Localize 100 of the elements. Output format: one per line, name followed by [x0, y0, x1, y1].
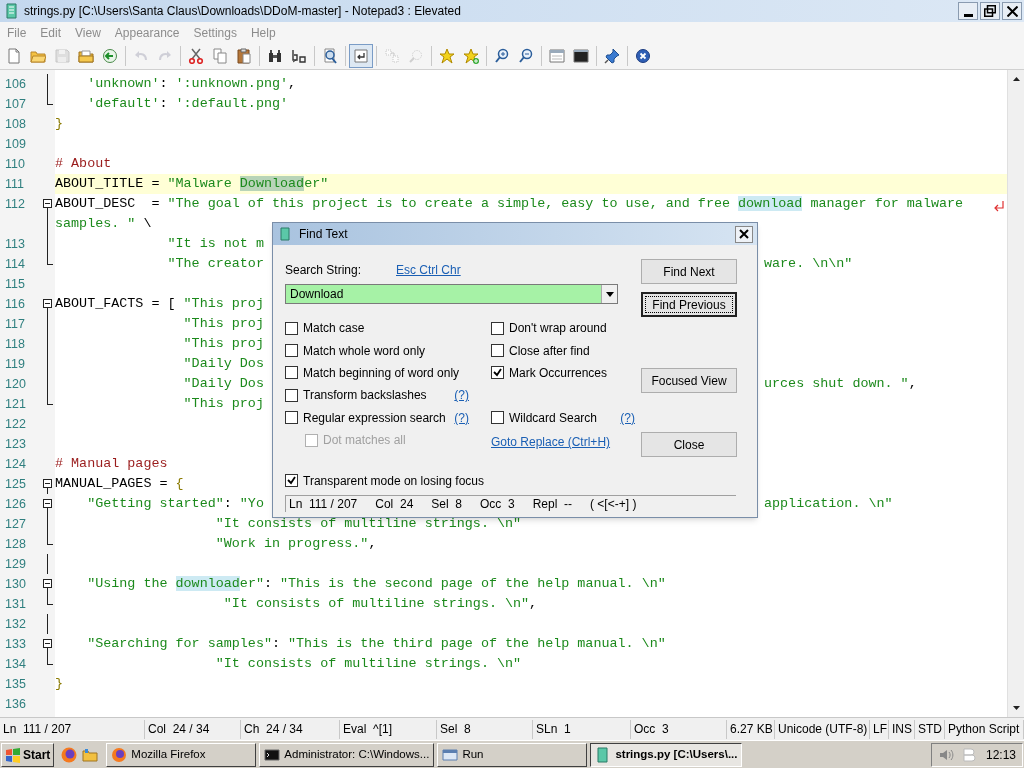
menu-item[interactable]: File: [0, 23, 34, 42]
checkbox-label: Regular expression search: [303, 409, 446, 427]
minimize-icon: [963, 13, 973, 17]
code-line: ABOUT_FACTS = [ "This proj: [55, 295, 264, 313]
folder-icon: [30, 48, 46, 64]
notepad-icon: [4, 3, 18, 19]
notepad-icon: [279, 227, 291, 241]
code-line: "The creator: [166, 255, 264, 273]
line-number: 134: [5, 657, 26, 671]
line-number: 125: [5, 477, 26, 491]
taskbar-button[interactable]: strings.py [C:\Users\...: [590, 742, 743, 767]
windows-flag-icon: [5, 746, 21, 763]
close-button[interactable]: [735, 225, 753, 243]
code-line: "Getting started": "Yo: [86, 495, 264, 513]
terminal-icon: [573, 48, 589, 64]
binoculars-icon: [267, 48, 283, 64]
menu-item[interactable]: Appearance: [107, 23, 187, 42]
code-line: }: [55, 115, 64, 133]
dialog-button[interactable]: Close: [641, 432, 737, 457]
firefox-icon[interactable]: [60, 745, 79, 764]
dialog-button[interactable]: Find Previous: [641, 292, 737, 317]
code-line: ware. \n\n": [764, 255, 853, 273]
status-field: Ln 111 / 207: [289, 494, 358, 513]
restore-button[interactable]: [980, 2, 1000, 20]
taskbar-button[interactable]: Mozilla Firefox: [106, 742, 257, 767]
menu-item[interactable]: Help: [243, 23, 283, 42]
checkbox[interactable]: [491, 411, 504, 425]
line-number: 127: [5, 517, 26, 531]
restore-icon: [984, 5, 996, 17]
status-field: LF: [870, 719, 889, 739]
line-number: 106: [5, 77, 26, 91]
dialog-button[interactable]: Find Next: [641, 259, 737, 284]
help-link[interactable]: (?): [454, 386, 469, 405]
checkbox[interactable]: [285, 388, 298, 402]
menu-item[interactable]: Edit: [33, 23, 69, 42]
close-button[interactable]: [1002, 2, 1022, 20]
page-magnifier-icon: [322, 48, 338, 64]
line-number: 107: [5, 97, 26, 111]
checkbox[interactable]: [285, 344, 298, 358]
checkbox[interactable]: [285, 474, 298, 488]
checkbox[interactable]: [491, 321, 504, 335]
menu-item[interactable]: Settings: [186, 23, 244, 42]
checkbox[interactable]: [491, 344, 504, 358]
line-number: 126: [5, 497, 26, 511]
arrow-circle-icon: [102, 48, 118, 64]
code-line: "It is not m: [166, 235, 264, 253]
firefox-icon: [111, 746, 128, 763]
check-icon: [287, 476, 296, 486]
close-circle-icon: [635, 48, 651, 64]
line-number: 132: [5, 617, 26, 631]
line-number: 111: [5, 177, 24, 191]
line-number: 128: [5, 537, 26, 551]
checkbox[interactable]: [491, 366, 504, 380]
split-page-icon: [384, 48, 400, 64]
status-field: ( <[<-+] ): [590, 494, 637, 513]
vertical-scrollbar[interactable]: [1007, 70, 1024, 717]
status-field: Eval ^[1]: [340, 719, 437, 739]
checkbox[interactable]: [285, 411, 298, 425]
run-window-icon: [442, 746, 459, 763]
checkbox[interactable]: [285, 366, 298, 380]
help-link[interactable]: (?): [620, 408, 635, 427]
menu-item[interactable]: View: [68, 23, 108, 42]
line-number: 130: [5, 577, 26, 591]
code-line: ABOUT_TITLE = "Malware Downloader": [55, 175, 329, 193]
code-line: "Daily Dos: [182, 375, 264, 393]
taskbar-button[interactable]: Run: [437, 742, 588, 767]
line-number: 117: [5, 317, 25, 331]
star-plus-icon: [463, 48, 479, 64]
status-field: 6.27 KB: [727, 719, 775, 739]
check-icon: [493, 368, 502, 378]
search-combobox[interactable]: Download: [285, 284, 618, 304]
checkbox[interactable]: [285, 321, 298, 335]
status-field: Python Script: [945, 719, 1024, 739]
link[interactable]: Esc Ctrl Chr: [396, 261, 461, 279]
word-wrap-button[interactable]: [349, 44, 373, 68]
folder-icon: [78, 48, 94, 64]
checkbox-label: Mark Occurrences: [509, 364, 608, 382]
dialog-button[interactable]: Focused View: [641, 368, 737, 393]
line-number: 115: [5, 277, 25, 291]
close-icon: [1006, 5, 1018, 17]
taskbar-button[interactable]: Administrator: C:\Windows...: [259, 742, 435, 767]
link[interactable]: Goto Replace (Ctrl+H): [491, 433, 611, 452]
status-field: Occ 3: [631, 719, 727, 739]
zoom-out-icon: [518, 48, 534, 64]
line-number: 116: [5, 297, 25, 311]
line-number: 118: [5, 337, 25, 351]
scroll-down-icon: [1012, 706, 1020, 710]
start-button[interactable]: Start: [1, 742, 55, 767]
status-field: Sel 8: [437, 719, 533, 739]
code-line: "Searching for samples": "This is the third page of the help manual. \n": [86, 635, 666, 653]
minimize-button[interactable]: [958, 2, 978, 20]
line-number: 131: [5, 597, 26, 611]
line-number: 108: [5, 117, 26, 131]
code-line: "This proj: [182, 335, 264, 353]
checkbox-label: Transparent mode on losing focus: [303, 472, 484, 490]
line-number: 120: [5, 377, 26, 391]
code-line: "It consists of multiline strings. \n": [214, 515, 522, 533]
code-line: "It consists of multiline strings. \n": [214, 655, 522, 673]
help-link[interactable]: (?): [454, 408, 469, 427]
status-field: Ch 24 / 34: [241, 719, 340, 739]
